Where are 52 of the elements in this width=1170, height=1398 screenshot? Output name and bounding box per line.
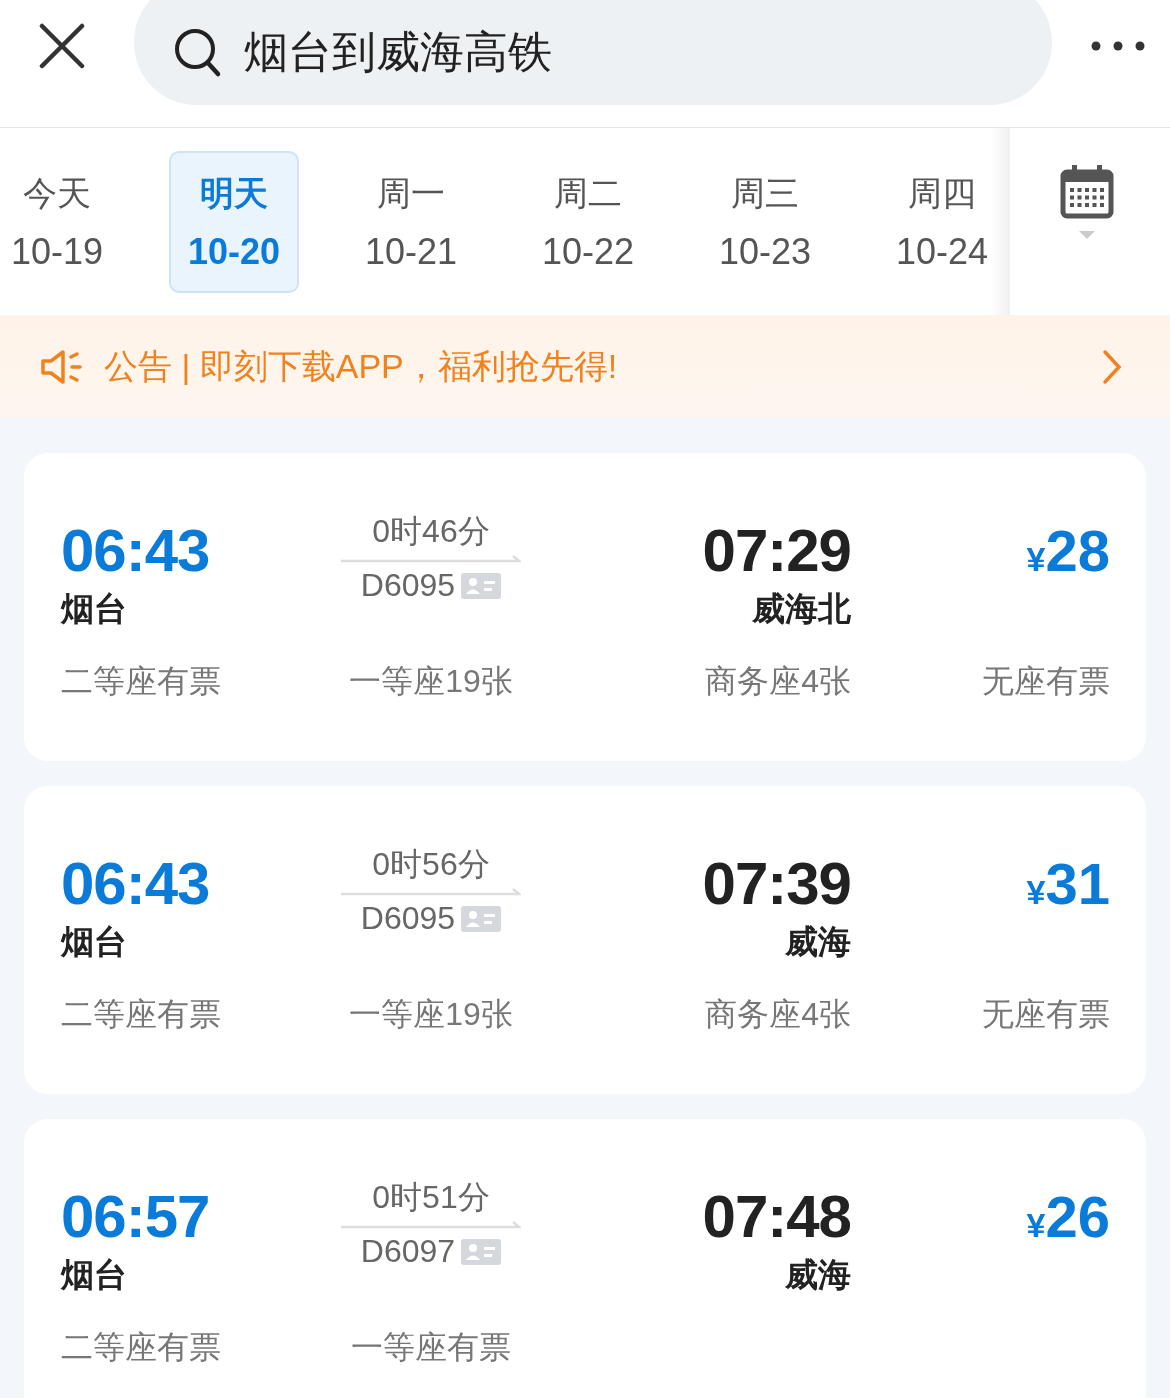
date-tab[interactable]: 周三 10-23 xyxy=(700,150,830,293)
duration: 0时51分 xyxy=(372,1178,490,1217)
seat-availability: 一等座19张 xyxy=(349,662,513,701)
id-card-icon xyxy=(461,1238,502,1265)
seat-availability: 一等座19张 xyxy=(349,995,513,1034)
seat-availability: 无座有票 xyxy=(982,995,1110,1034)
seat-availability: 二等座有票 xyxy=(61,995,221,1034)
date-tab[interactable]: 明天 10-20 xyxy=(169,150,299,293)
departure-station: 烟台 xyxy=(61,922,127,962)
date-tab[interactable]: 周二 10-22 xyxy=(523,150,653,293)
speaker-icon xyxy=(40,348,84,385)
train-number: D6095 xyxy=(360,567,456,604)
search-icon xyxy=(174,27,222,78)
seat-availability: 商务座4张 xyxy=(705,662,851,701)
seat-availability: 二等座有票 xyxy=(61,1328,221,1367)
seat-availability: 二等座有票 xyxy=(61,662,221,701)
train-number: D6095 xyxy=(360,900,456,937)
departure-station: 烟台 xyxy=(61,589,127,629)
train-card[interactable]: 06:43 烟台 0时46分 D6095 07:29 威海北 ¥28 二等座有票 一等座19张 商务座4张 无座有票 xyxy=(24,453,1146,761)
departure-time: 06:43 xyxy=(61,519,210,583)
departure-time: 06:43 xyxy=(61,852,210,916)
price: ¥26 xyxy=(1026,1185,1110,1251)
date-tab[interactable]: 周四 10-24 xyxy=(877,150,1007,293)
duration: 0时46分 xyxy=(372,512,490,551)
date-tab[interactable]: 周一 10-21 xyxy=(346,150,476,293)
price: ¥28 xyxy=(1026,519,1110,585)
arrival-time: 07:48 xyxy=(702,1185,851,1249)
train-card[interactable]: 06:43 烟台 0时56分 D6095 07:39 威海 ¥31 二等座有票 一等座19张 商务座4张 无座有票 xyxy=(24,786,1146,1094)
arrival-time: 07:29 xyxy=(702,519,851,583)
price: ¥31 xyxy=(1026,852,1110,918)
more-icon xyxy=(1091,41,1145,51)
train-number: D6097 xyxy=(360,1233,456,1270)
seat-availability: 商务座4张 xyxy=(705,995,851,1034)
duration: 0时56分 xyxy=(372,845,490,884)
dropdown-icon xyxy=(1078,229,1096,240)
arrival-station: 威海北 xyxy=(752,589,851,629)
arrival-station: 威海 xyxy=(785,1255,851,1295)
notice-text: 公告 | 即刻下载APP，福利抢先得! xyxy=(104,345,619,387)
close-icon xyxy=(39,23,85,69)
seat-availability: 一等座有票 xyxy=(351,1328,511,1367)
date-tab[interactable]: 今天 10-19 xyxy=(0,150,122,293)
departure-station: 烟台 xyxy=(61,1255,127,1295)
seat-availability: 无座有票 xyxy=(982,662,1110,701)
calendar-icon[interactable] xyxy=(1060,163,1114,220)
departure-time: 06:57 xyxy=(61,1185,210,1249)
id-card-icon xyxy=(461,572,502,599)
train-card[interactable]: 06:57 烟台 0时51分 D6097 07:48 威海 ¥26 二等座有票 一等座有票 xyxy=(24,1119,1146,1398)
search-query: 烟台到威海高铁 xyxy=(244,26,552,78)
arrival-station: 威海 xyxy=(785,922,851,962)
arrival-time: 07:39 xyxy=(702,852,851,916)
id-card-icon xyxy=(461,905,502,932)
search-field[interactable]: 烟台到威海高铁 xyxy=(134,0,1052,105)
